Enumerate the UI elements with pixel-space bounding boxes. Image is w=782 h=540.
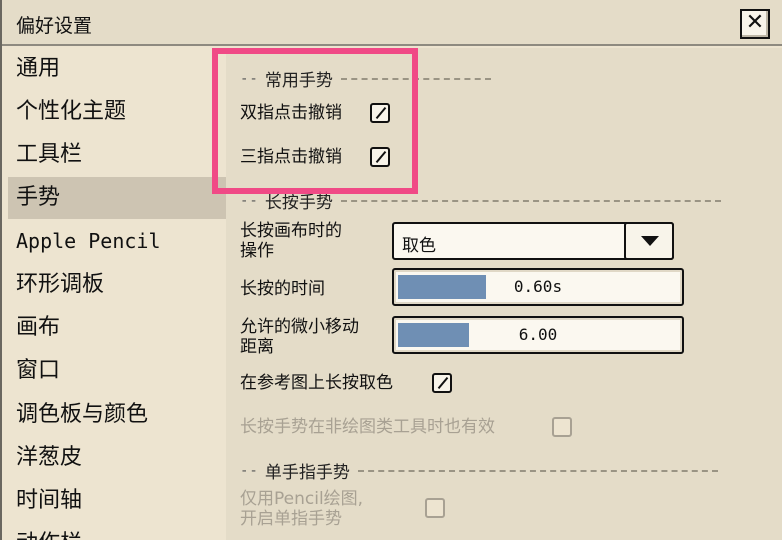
movement-tolerance-label-line1: 允许的微小移动 [240,317,359,337]
two-finger-undo-label: 双指点击撤销 [240,103,342,123]
preferences-window: 偏好设置 ✕ 通用 个性化主题 工具栏 手势 Apple Pencil 环形调板… [0,0,782,540]
sidebar-item-gestures[interactable]: 手势 [8,177,226,219]
three-finger-undo-checkbox[interactable] [370,147,390,167]
long-press-duration-label: 长按的时间 [240,279,325,299]
close-icon: ✕ [745,10,765,35]
chevron-down-icon[interactable] [624,222,674,260]
close-button[interactable]: ✕ [740,9,770,39]
section-title-long-press: 长按手势 [264,193,333,213]
reference-long-press-pick-label: 在参考图上长按取色 [240,373,393,393]
window-title: 偏好设置 [16,15,93,37]
sidebar-item-general[interactable]: 通用 [8,48,226,90]
sidebar-item-themes[interactable]: 个性化主题 [8,91,226,133]
section-title-common-gestures: 常用手势 [264,71,333,91]
reference-long-press-pick-checkbox[interactable] [432,373,452,393]
section-header-common-gestures: -- 常用手势 [240,66,491,91]
pencil-only-checkbox[interactable] [425,498,445,518]
sidebar-item-timeline[interactable]: 时间轴 [8,480,226,522]
two-finger-undo-checkbox[interactable] [370,103,390,123]
movement-tolerance-value: 6.00 [518,325,558,344]
sidebar-item-onion-skin[interactable]: 洋葱皮 [8,437,226,479]
sidebar-item-toolbar[interactable]: 工具栏 [8,134,226,176]
canvas-long-press-action-label-line2: 操作 [240,241,274,261]
non-drawing-tools-label: 长按手势在非绘图类工具时也有效 [240,417,495,437]
canvas-long-press-action-value: 取色 [402,236,436,256]
section-title-single-finger: 单手指手势 [264,463,350,483]
section-header-long-press: -- 长按手势 [240,188,721,213]
sidebar-item-canvas[interactable]: 画布 [8,307,226,349]
sidebar-item-palette-colors[interactable]: 调色板与颜色 [8,394,226,436]
sidebar-item-radial-palette[interactable]: 环形调板 [8,264,226,306]
section-header-single-finger: -- 单手指手势 [240,458,718,483]
sidebar-item-window[interactable]: 窗口 [8,350,226,392]
three-finger-undo-label: 三指点击撤销 [240,147,342,167]
movement-tolerance-label-line2: 距离 [240,337,274,357]
long-press-duration-slider[interactable]: 0.60s [392,268,684,306]
non-drawing-tools-checkbox[interactable] [552,417,572,437]
sidebar-item-apple-pencil[interactable]: Apple Pencil [8,220,226,262]
movement-tolerance-slider[interactable]: 6.00 [392,316,684,354]
title-bar: 偏好设置 ✕ [2,0,782,46]
sidebar-item-action-bar[interactable]: 动作栏 [8,523,226,540]
canvas-long-press-action-select[interactable]: 取色 [392,222,674,260]
pencil-only-label-line2: 开启单指手势 [240,509,342,529]
settings-sidebar: 通用 个性化主题 工具栏 手势 Apple Pencil 环形调板 画布 窗口 … [2,48,226,540]
long-press-duration-value: 0.60s [513,277,563,296]
pencil-only-label-line1: 仅用Pencil绘图, [240,489,364,509]
canvas-long-press-action-label-line1: 长按画布时的 [240,221,342,241]
